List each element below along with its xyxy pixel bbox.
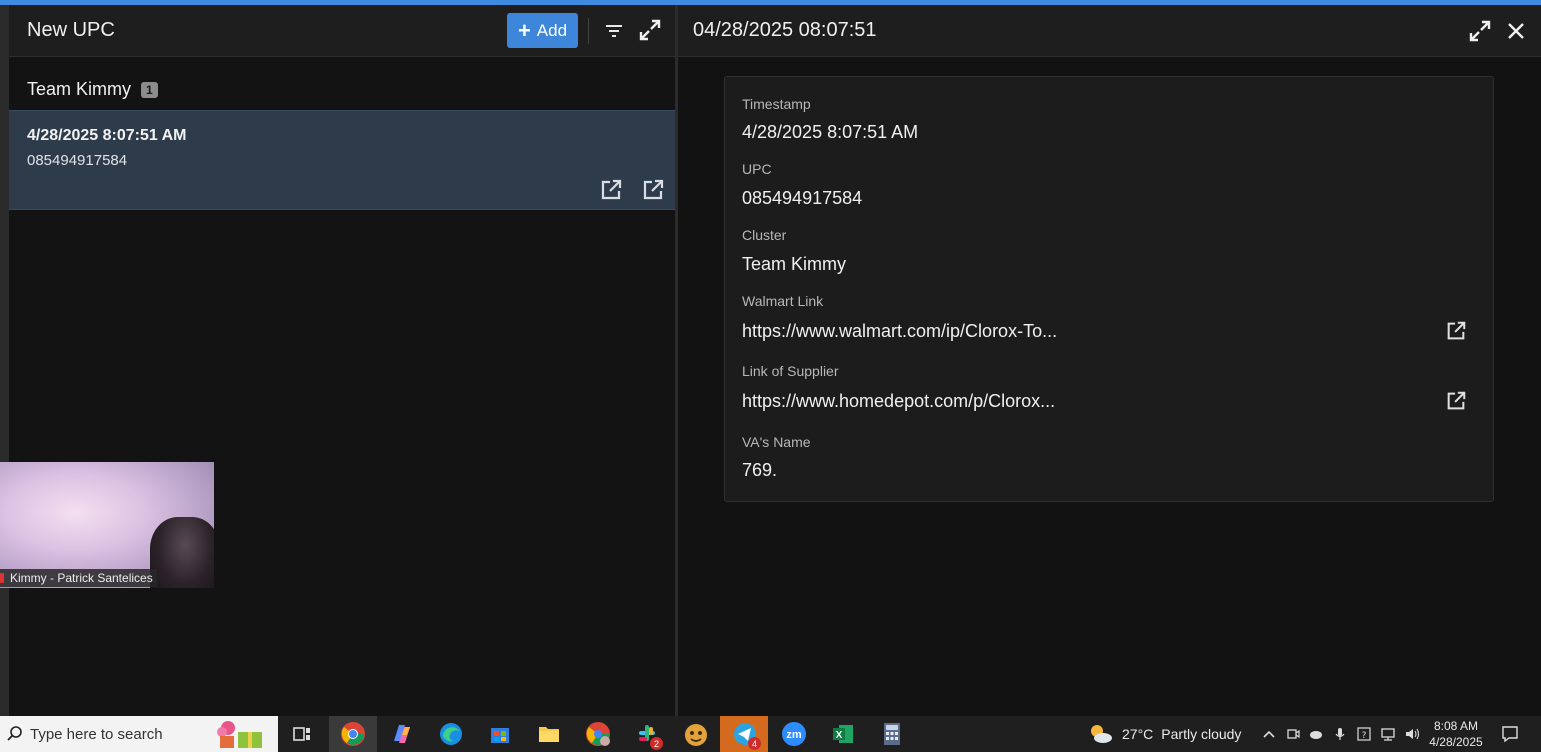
list-item[interactable]: 4/28/2025 8:07:51 AM 085494917584 [9,110,675,210]
supplier-link[interactable]: https://www.homedepot.com/p/Clorox... [742,391,1055,412]
edge-icon[interactable] [437,720,465,748]
upc-value: 085494917584 [742,188,863,208]
network-icon[interactable] [1379,724,1397,744]
taskbar-search[interactable]: Type here to search [0,716,278,752]
external-link-icon[interactable] [641,178,665,202]
notification-center-icon[interactable] [1500,724,1520,744]
taskbar-clock[interactable]: 8:08 AM 4/28/2025 [1420,718,1492,750]
list-header: New UPC + Add [9,5,675,57]
expand-icon[interactable] [1469,20,1491,42]
filter-icon[interactable] [604,21,624,41]
close-icon[interactable] [1505,20,1527,42]
video-participant-label: Kimmy - Patrick Santelices [0,569,157,587]
search-placeholder: Type here to search [30,725,163,743]
external-link-icon[interactable] [1445,390,1467,412]
volume-icon[interactable] [1403,724,1421,744]
cloud-sync-icon[interactable] [1307,724,1325,744]
clock-date: 4/28/2025 [1429,735,1483,749]
telegram-notification-badge: 4 [748,737,761,750]
timestamp-label: Timestamp [742,96,811,112]
telegram-icon[interactable]: 4 [731,720,761,750]
slack-notification-badge: 2 [650,737,663,750]
file-explorer-icon[interactable] [535,720,563,748]
add-button[interactable]: + Add [507,13,578,48]
windows-taskbar: Type here to search 2 4 zm X 27°C Partly… [0,716,1541,752]
va-name-label: VA's Name [742,434,811,450]
microphone-icon[interactable] [1331,724,1349,744]
item-timestamp: 4/28/2025 8:07:51 AM [27,127,187,144]
participant-video [150,517,214,588]
walmart-link-label: Walmart Link [742,293,824,309]
list-title: New UPC [27,19,115,41]
external-link-icon[interactable] [599,178,623,202]
chevron-up-icon[interactable] [1260,724,1278,744]
detail-header: 04/28/2025 08:07:51 [678,5,1541,57]
va-name-value: 769. [742,460,778,480]
calculator-icon[interactable] [878,720,906,748]
excel-icon[interactable]: X [829,720,857,748]
supplier-link-label: Link of Supplier [742,363,839,379]
microsoft-store-icon[interactable] [486,720,514,748]
svg-text:X: X [836,730,843,741]
weather-temp: 27°C [1122,726,1154,742]
left-edge-strip [0,5,9,716]
game-app-icon[interactable] [682,720,710,748]
help-icon[interactable]: ? [1355,724,1373,744]
svg-text:?: ? [1362,731,1367,741]
chrome-profile-icon[interactable] [584,720,612,748]
timestamp-value: 4/28/2025 8:07:51 AM [742,122,919,142]
task-view-icon[interactable] [288,720,316,748]
clock-time: 8:08 AM [1433,719,1479,733]
cluster-label: Cluster [742,227,787,243]
partly-cloudy-icon [1091,725,1112,743]
walmart-link[interactable]: https://www.walmart.com/ip/Clorox-To... [742,321,1057,342]
camera-icon[interactable] [1284,724,1302,744]
search-highlight-gifts-icon [217,721,262,748]
expand-icon[interactable] [639,19,661,41]
group-header[interactable]: Team Kimmy 1 [27,79,158,100]
search-icon [7,726,22,741]
item-upc: 085494917584 [27,152,128,169]
group-count-badge: 1 [141,81,158,98]
weather-widget[interactable]: 27°C Partly cloudy [1088,716,1241,752]
detail-panel: 04/28/2025 08:07:51 Timestamp 4/28/2025 … [678,5,1541,716]
upc-label: UPC [742,161,772,177]
detail-title: 04/28/2025 08:07:51 [693,19,877,41]
zoom-icon[interactable]: zm [780,720,808,748]
add-button-label: Add [536,20,568,40]
group-name: Team Kimmy [27,79,132,99]
slack-icon[interactable]: 2 [633,720,663,750]
detail-card: Timestamp 4/28/2025 8:07:51 AM UPC 08549… [724,76,1494,502]
plus-icon: + [517,17,531,43]
upc-list-panel: New UPC + Add Team Kimmy 1 4/28/2025 8:0… [0,5,675,716]
copilot-icon[interactable] [388,720,416,748]
weather-desc: Partly cloudy [1161,726,1242,742]
cluster-value: Team Kimmy [742,254,847,274]
chrome-icon[interactable] [339,720,367,748]
svg-text:zm: zm [786,729,802,741]
external-link-icon[interactable] [1445,320,1467,342]
header-separator [588,18,589,44]
muted-mic-icon [0,573,4,583]
